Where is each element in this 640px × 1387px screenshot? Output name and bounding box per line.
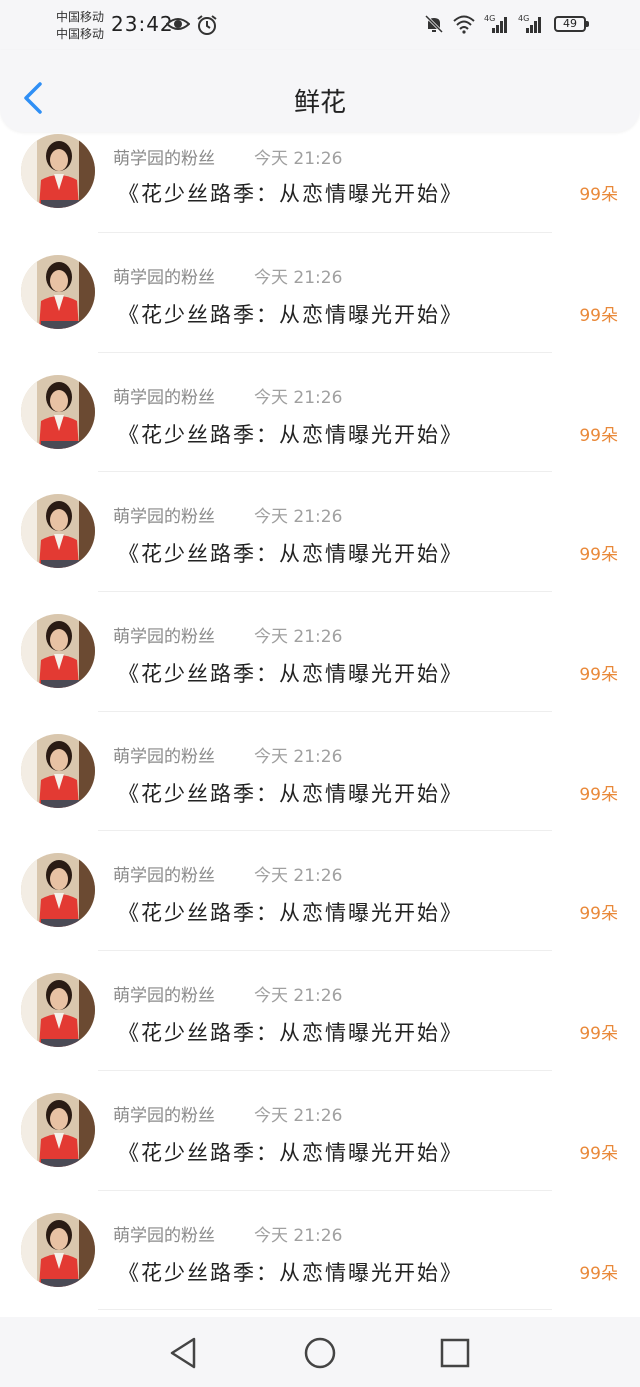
- back-triangle-icon[interactable]: [166, 1335, 202, 1371]
- gift-title: 《花少丝路季：从恋情曝光开始》: [118, 1260, 463, 1285]
- send-time: 今天 21:26: [254, 627, 343, 648]
- avatar[interactable]: [21, 1092, 95, 1167]
- signal-icon: 4G: [484, 14, 510, 38]
- wifi-icon: [452, 14, 476, 38]
- avatar[interactable]: [21, 853, 95, 928]
- avatar[interactable]: [21, 614, 95, 689]
- status-bar: 中国移动 中国移动 23:42 4G 4G 49: [0, 0, 640, 50]
- network-label-1: 4G: [484, 14, 495, 23]
- eye-icon: [165, 14, 191, 40]
- avatar[interactable]: [21, 733, 95, 808]
- sender-name: 萌学园的粉丝: [113, 986, 215, 1007]
- avatar[interactable]: [21, 1212, 95, 1287]
- flower-count: 99朵: [579, 306, 618, 326]
- flower-count: 99朵: [579, 784, 618, 805]
- list-item[interactable]: 萌学园的粉丝 今天 21:26 《花少丝路季：从恋情曝光开始》 99朵: [0, 951, 640, 1071]
- gift-title: 《花少丝路季：从恋情曝光开始》: [118, 781, 463, 806]
- flower-count: 99朵: [579, 1024, 618, 1045]
- flower-count: 99朵: [579, 904, 618, 925]
- gift-title: 《花少丝路季：从恋情曝光开始》: [118, 1021, 463, 1046]
- sender-name: 萌学园的粉丝: [113, 1225, 215, 1246]
- home-circle-icon[interactable]: [302, 1335, 338, 1371]
- gift-title: 《花少丝路季：从恋情曝光开始》: [118, 901, 463, 926]
- send-time: 今天 21:26: [254, 986, 343, 1007]
- recents-square-icon[interactable]: [437, 1335, 473, 1371]
- flower-count: 99朵: [579, 425, 618, 446]
- system-nav-bar: [0, 1317, 640, 1387]
- send-time: 今天 21:26: [254, 387, 343, 408]
- sender-name: 萌学园的粉丝: [113, 746, 215, 767]
- send-time: 今天 21:26: [254, 866, 343, 887]
- gift-title: 《花少丝路季：从恋情曝光开始》: [118, 662, 463, 687]
- avatar[interactable]: [21, 973, 95, 1048]
- battery-icon: 49: [554, 16, 589, 32]
- mute-bell-icon: [424, 14, 444, 38]
- flower-count: 99朵: [579, 665, 618, 686]
- sender-name: 萌学园的粉丝: [113, 627, 215, 648]
- send-time: 今天 21:26: [254, 746, 343, 767]
- send-time: 今天 21:26: [254, 507, 343, 528]
- gift-title: 《花少丝路季：从恋情曝光开始》: [118, 542, 463, 567]
- list-item[interactable]: 萌学园的粉丝 今天 21:26 《花少丝路季：从恋情曝光开始》 99朵: [0, 1191, 640, 1311]
- gift-title: 《花少丝路季：从恋情曝光开始》: [118, 1140, 463, 1165]
- flower-count: 99朵: [579, 1263, 618, 1284]
- list-item[interactable]: 萌学园的粉丝 今天 21:26 《花少丝路季：从恋情曝光开始》 99朵: [0, 353, 640, 473]
- avatar[interactable]: [21, 374, 95, 449]
- avatar[interactable]: [21, 255, 95, 329]
- avatar[interactable]: [21, 134, 95, 208]
- page-title: 鲜花: [293, 88, 346, 118]
- carrier-1: 中国移动: [56, 10, 105, 24]
- flower-count: 99朵: [579, 1143, 618, 1164]
- sender-name: 萌学园的粉丝: [113, 507, 215, 528]
- alarm-icon: [196, 14, 218, 40]
- list-item[interactable]: 萌学园的粉丝 今天 21:26 《花少丝路季：从恋情曝光开始》 99朵: [0, 1071, 640, 1191]
- list-item[interactable]: 萌学园的粉丝 今天 21:26 《花少丝路季：从恋情曝光开始》 99朵: [0, 233, 640, 353]
- send-time: 今天 21:26: [254, 149, 343, 169]
- gift-title: 《花少丝路季：从恋情曝光开始》: [118, 303, 463, 327]
- avatar[interactable]: [21, 494, 95, 569]
- gift-title: 《花少丝路季：从恋情曝光开始》: [118, 422, 463, 447]
- sender-name: 萌学园的粉丝: [113, 866, 215, 887]
- list-item[interactable]: 萌学园的粉丝 今天 21:26 《花少丝路季：从恋情曝光开始》 99朵: [0, 592, 640, 712]
- divider: [98, 1309, 552, 1311]
- list-item[interactable]: 萌学园的粉丝 今天 21:26 《花少丝路季：从恋情曝光开始》 99朵: [0, 712, 640, 832]
- flower-count: 99朵: [579, 185, 618, 205]
- send-time: 今天 21:26: [254, 1225, 343, 1246]
- title-bar: 鲜花: [0, 50, 640, 132]
- list-item[interactable]: 萌学园的粉丝 今天 21:26 《花少丝路季：从恋情曝光开始》 99朵: [0, 472, 640, 593]
- sender-name: 萌学园的粉丝: [113, 268, 215, 288]
- network-label-2: 4G: [518, 14, 529, 23]
- list-item[interactable]: 萌学园的粉丝 今天 21:26 《花少丝路季：从恋情曝光开始》 99朵: [0, 831, 640, 952]
- gift-list[interactable]: 萌学园的粉丝 今天 21:26 《花少丝路季：从恋情曝光开始》 99朵 萌学园的粉丝 今天…: [0, 132, 640, 1311]
- flower-count: 99朵: [579, 545, 618, 566]
- sender-name: 萌学园的粉丝: [113, 387, 215, 408]
- status-time: 23:42: [111, 12, 174, 36]
- list-item[interactable]: 萌学园的粉丝 今天 21:26 《花少丝路季：从恋情曝光开始》 99朵: [0, 132, 640, 233]
- carrier-2: 中国移动: [56, 27, 105, 41]
- send-time: 今天 21:26: [254, 268, 343, 288]
- signal-icon: 4G: [518, 14, 544, 38]
- sender-name: 萌学园的粉丝: [113, 1105, 215, 1126]
- send-time: 今天 21:26: [254, 1105, 343, 1126]
- sender-name: 萌学园的粉丝: [113, 149, 215, 169]
- carrier-labels: 中国移动 中国移动: [56, 9, 104, 43]
- gift-title: 《花少丝路季：从恋情曝光开始》: [118, 182, 463, 206]
